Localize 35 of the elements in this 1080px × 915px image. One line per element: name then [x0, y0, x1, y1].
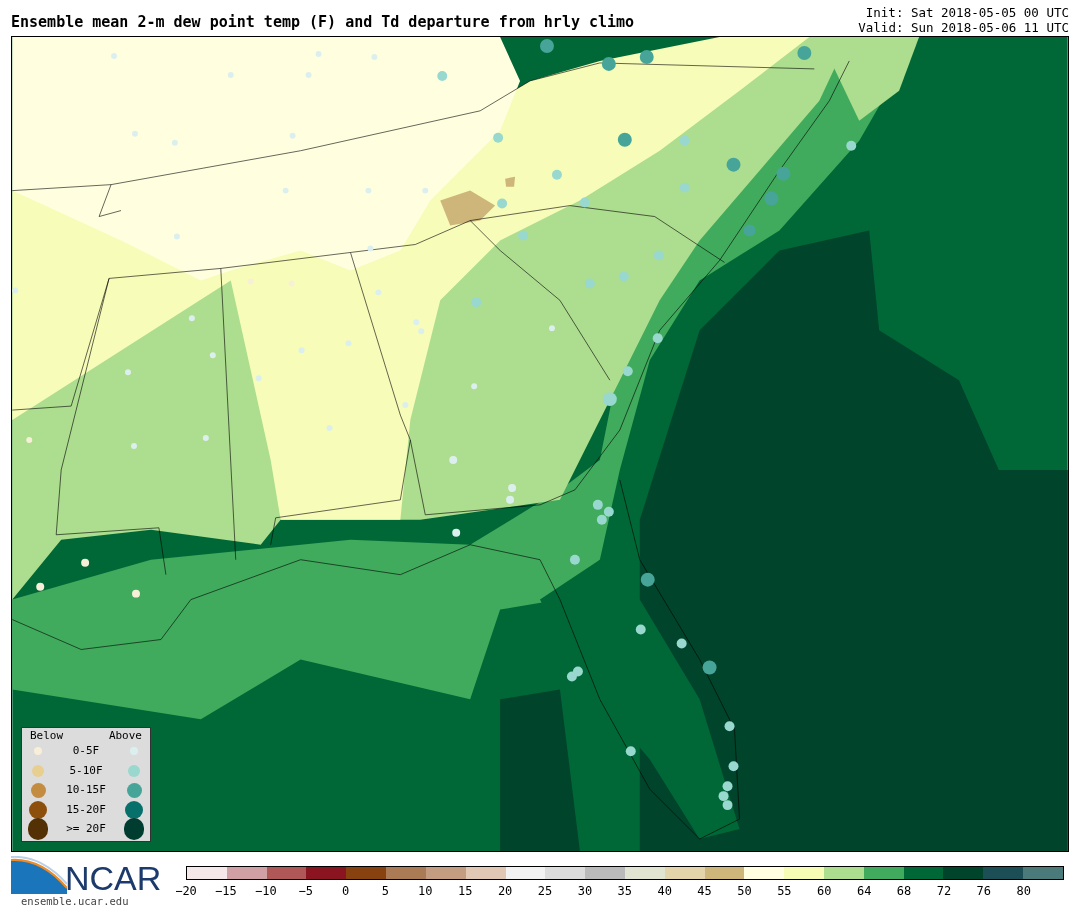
- ncar-logo-text: NCAR: [65, 862, 162, 894]
- colorbar-tick-label: 5: [381, 883, 390, 900]
- colorbar-tick-label: 0: [341, 883, 350, 900]
- colorbar-tick-label: 20: [497, 883, 513, 900]
- colorbar-tick-label: 50: [737, 883, 752, 900]
- colorbar-tick-label: 10: [418, 883, 433, 900]
- legend-label: 10-15F: [66, 782, 106, 798]
- colorbar-tick-label: −10: [254, 883, 277, 900]
- colorbar-tick-label: 55: [777, 883, 792, 900]
- legend-label: >= 20F: [66, 821, 106, 837]
- ncar-swoosh-icon: [11, 856, 67, 894]
- colorbar-tick-label: 40: [657, 883, 672, 900]
- colorbar-tick-label: 76: [976, 883, 992, 900]
- colorbar-tick-label: 68: [896, 883, 912, 900]
- colorbar-tick-label: −15: [215, 883, 237, 900]
- legend-header: Above: [108, 729, 142, 742]
- colorbar-tick-label: −5: [298, 883, 313, 900]
- chart-title: Ensemble mean 2-m dew point temp (F) and Td departure from hrly climo: [11, 11, 635, 33]
- colorbar-tick-label: 35: [617, 883, 632, 900]
- colorbar-tick-label: 30: [577, 883, 593, 900]
- colorbar-tick-label: 60: [817, 883, 832, 900]
- colorbar-tick-label: 15: [458, 883, 473, 900]
- valid-time: Valid: Sun 2018-05-06 11 UTC: [858, 20, 1069, 35]
- colorbar-tick-label: 45: [697, 883, 712, 900]
- colorbar-tick-label: 72: [936, 883, 952, 900]
- colorbar-tick-label: 64: [856, 883, 872, 900]
- legend-label: 15-20F: [66, 801, 106, 818]
- colorbar-tick-label: 80: [1016, 883, 1031, 900]
- init-time: Init: Sat 2018-05-05 00 UTC: [865, 5, 1069, 20]
- legend-label: 5-10F: [69, 762, 103, 779]
- colorbar-tick-label: −20: [175, 883, 197, 900]
- legend-header: Below: [30, 729, 64, 742]
- legend-label: 0-5F: [72, 743, 100, 759]
- colorbar-tick-label: 25: [537, 883, 553, 900]
- site-url: ensemble.ucar.edu: [20, 894, 130, 908]
